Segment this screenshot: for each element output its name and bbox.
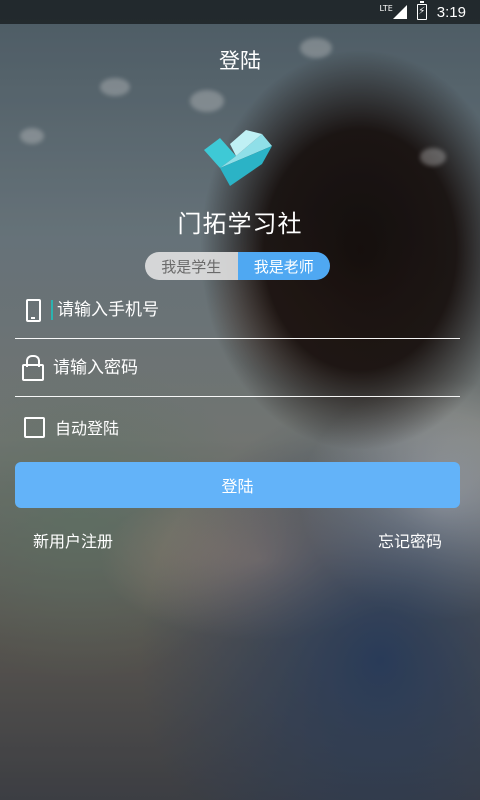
status-time: 3:19 (436, 3, 466, 21)
status-bar: LTE ⚡ 3:19 (0, 0, 480, 24)
login-button[interactable]: 登陆 (15, 462, 460, 508)
password-input[interactable] (51, 358, 433, 378)
role-toggle: 我是学生 我是老师 (145, 252, 330, 280)
app-name: 门拓学习社 (177, 210, 303, 238)
phone-icon-wrap (15, 298, 51, 322)
background-overlay (0, 0, 480, 800)
signal-icon (392, 5, 407, 19)
auto-login-checkbox[interactable] (24, 416, 45, 438)
register-link[interactable]: 新用户注册 (33, 528, 113, 552)
page-title: 登陆 (219, 49, 261, 73)
role-student-tab[interactable]: 我是学生 (145, 252, 238, 280)
phone-icon (25, 298, 41, 322)
auto-login-option[interactable]: 自动登陆 (24, 415, 119, 439)
battery-charging-icon: ⚡ (416, 1, 427, 20)
phone-field (15, 282, 460, 339)
lock-icon (22, 354, 44, 381)
app-logo-icon (204, 130, 272, 186)
role-teacher-tab[interactable]: 我是老师 (237, 252, 330, 280)
auto-login-label: 自动登陆 (55, 419, 120, 438)
phone-input[interactable] (55, 300, 437, 320)
lock-icon-wrap (15, 354, 51, 381)
forgot-password-link[interactable]: 忘记密码 (378, 528, 442, 552)
lte-label: LTE (379, 3, 393, 13)
text-cursor (51, 300, 53, 320)
password-field (15, 340, 460, 397)
